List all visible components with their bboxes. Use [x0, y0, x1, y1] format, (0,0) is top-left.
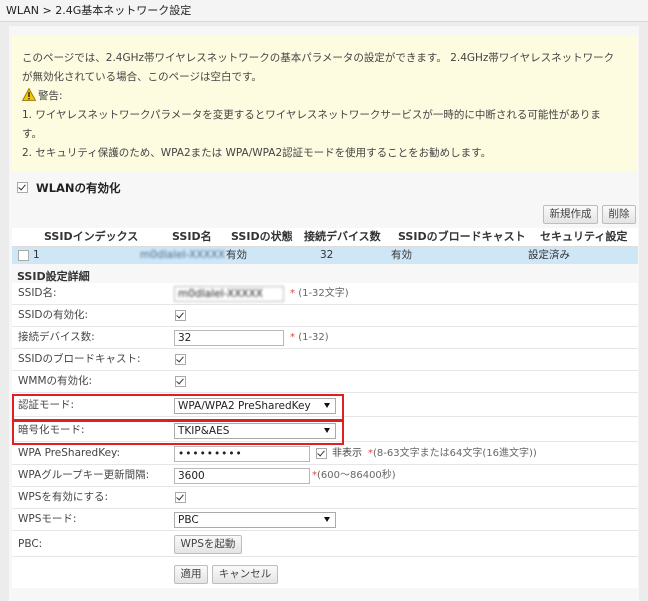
ssid-name-hint-text: (1-32文字) [298, 288, 349, 299]
form-row-pbc: PBC: WPSを起動 [12, 531, 638, 557]
auth-mode-select[interactable]: WPA/WPA2 PreSharedKey [174, 398, 336, 414]
devices-label: 接続デバイス数: [18, 331, 95, 343]
ssid-enable-label: SSIDの有効化: [18, 309, 89, 321]
row-select-checkbox[interactable] [18, 250, 29, 261]
ssid-name-input[interactable]: m0dIaIeI-XXXXX [174, 286, 284, 302]
broadcast-label: SSIDのブロードキャスト: [18, 353, 141, 365]
psk-label: WPA PreSharedKey: [18, 447, 121, 459]
form-row-devices: 接続デバイス数: 32 * (1-32) [12, 327, 638, 349]
header-broadcast: SSIDのブロードキャスト [398, 230, 526, 243]
wlan-enable-checkbox[interactable] [17, 182, 28, 193]
auth-mode-label: 認証モード: [18, 399, 75, 411]
header-ssid-index: SSIDインデックス [44, 230, 139, 243]
wlan-enable-label: WLANの有効化 [36, 181, 121, 195]
notice-line-2: が無効化されている場合、このページは空白です。 [22, 71, 262, 83]
row-device-count: 32 [320, 249, 334, 261]
group-key-input[interactable]: 3600 [174, 468, 310, 484]
group-key-hint: *(600～86400秒) [312, 470, 396, 481]
pbc-label: PBC: [18, 538, 43, 550]
form-row-encryption: 暗号化モード: TKIP&AES [12, 420, 638, 442]
wps-mode-value: PBC [178, 514, 199, 526]
form-row-psk: WPA PreSharedKey: ••••••••• 非表示 *(8-63文字… [12, 443, 638, 465]
delete-button[interactable]: 削除 [602, 205, 636, 224]
hide-psk-label: 非表示 [332, 448, 362, 459]
header-ssid-status: SSIDの状態 [231, 230, 293, 243]
ssid-details-form: SSID名: m0dIaIeI-XXXXX * (1-32文字) SSIDの有効… [12, 283, 638, 588]
psk-input[interactable]: ••••••••• [174, 446, 310, 462]
broadcast-checkbox[interactable] [175, 354, 186, 365]
form-row-wps-enable: WPSを有効にする: [12, 487, 638, 509]
breadcrumb: WLAN > 2.4G基本ネットワーク設定 [0, 0, 648, 22]
warning-heading: 警告: [22, 87, 628, 106]
create-button[interactable]: 新規作成 [543, 205, 598, 224]
wps-enable-checkbox[interactable] [175, 492, 186, 503]
chevron-down-icon [324, 428, 330, 433]
ssid-name-label: SSID名: [18, 287, 57, 299]
header-device-count: 接続デバイス数 [304, 230, 381, 243]
wps-mode-select[interactable]: PBC [174, 512, 336, 528]
hide-psk-checkbox[interactable] [316, 448, 327, 459]
cancel-button[interactable]: キャンセル [212, 565, 278, 584]
notice-line-5: 2. セキュリティ保護のため、WPA2または WPA/WPA2認証モードを使用す… [22, 147, 492, 159]
auth-mode-value: WPA/WPA2 PreSharedKey [178, 400, 311, 412]
form-row-broadcast: SSIDのブロードキャスト: [12, 349, 638, 371]
form-row-wps-mode: WPSモード: PBC [12, 509, 638, 531]
ssid-details-title: SSID設定詳細 [17, 270, 90, 283]
devices-hint: * (1-32) [290, 332, 329, 343]
chevron-down-icon [324, 517, 330, 522]
row-broadcast: 有効 [391, 249, 412, 261]
form-row-auth-mode: 認証モード: WPA/WPA2 PreSharedKey [12, 395, 638, 417]
psk-hint-text: (8-63文字または64文字(16進文字)) [373, 448, 537, 459]
encryption-label: 暗号化モード: [18, 424, 85, 436]
ssid-enable-checkbox[interactable] [175, 310, 186, 321]
wmm-checkbox[interactable] [175, 376, 186, 387]
header-ssid-name: SSID名 [172, 230, 212, 243]
form-row-wmm: WMMの有効化: [12, 371, 638, 393]
encryption-value: TKIP&AES [178, 425, 230, 437]
header-security: セキュリティ設定 [540, 230, 628, 243]
form-row-ssid-name: SSID名: m0dIaIeI-XXXXX * (1-32文字) [12, 283, 638, 305]
wmm-label: WMMの有効化: [18, 375, 93, 387]
devices-input[interactable]: 32 [174, 330, 284, 346]
devices-hint-text: (1-32) [298, 332, 329, 343]
wps-enable-label: WPSを有効にする: [18, 491, 109, 503]
group-key-hint-text: (600～86400秒) [317, 470, 396, 481]
row-ssid-name: m0dIaIeI-XXXXX [140, 249, 225, 261]
group-key-label: WPAグループキー更新間隔: [18, 469, 150, 481]
notice-box: このページでは、2.4GHz帯ワイヤレスネットワークの基本パラメータの設定ができ… [12, 35, 638, 171]
row-index: 1 [33, 249, 40, 261]
form-row-ssid-enable: SSIDの有効化: [12, 305, 638, 327]
encryption-select[interactable]: TKIP&AES [174, 423, 336, 439]
notice-line-3: 1. ワイヤレスネットワークパラメータを変更するとワイヤレスネットワークサービス… [22, 109, 601, 121]
psk-hint: *(8-63文字または64文字(16進文字)) [368, 448, 537, 459]
wlan-enable-row: WLANの有効化 [17, 180, 121, 196]
table-row[interactable]: 1 m0dIaIeI-XXXXX 有効 32 有効 設定済み [12, 247, 638, 264]
row-security: 設定済み [528, 249, 570, 261]
ssid-table-header: SSIDインデックス SSID名 SSIDの状態 接続デバイス数 SSIDのブロ… [12, 228, 638, 247]
chevron-down-icon [324, 403, 330, 408]
wps-mode-label: WPSモード: [18, 513, 77, 525]
notice-line-1: このページでは、2.4GHz帯ワイヤレスネットワークの基本パラメータの設定ができ… [22, 52, 615, 64]
wps-start-button[interactable]: WPSを起動 [174, 535, 242, 554]
apply-button[interactable]: 適用 [174, 565, 208, 584]
row-status: 有効 [226, 249, 247, 261]
form-row-group-key: WPAグループキー更新間隔: 3600 *(600～86400秒) [12, 465, 638, 487]
warning-title: 警告: [38, 90, 63, 102]
warning-icon [22, 88, 36, 101]
ssid-name-hint: * (1-32文字) [290, 288, 349, 299]
notice-line-4: す。 [22, 128, 42, 140]
